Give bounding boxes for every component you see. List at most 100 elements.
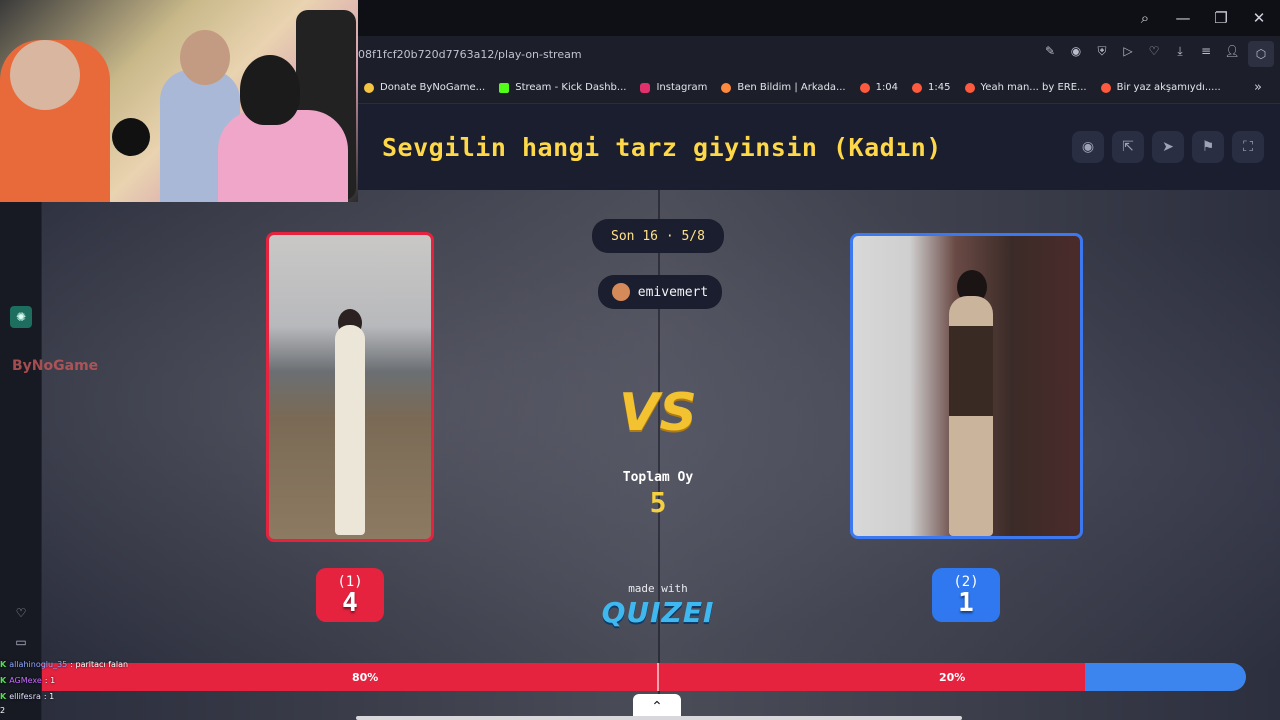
- vote-share-bar: 80% 20%: [42, 663, 1246, 691]
- profile-icon[interactable]: 👤︎: [1222, 41, 1242, 61]
- bookmark-favicon: [721, 82, 732, 93]
- bookmark-favicon: [640, 82, 651, 93]
- send-icon[interactable]: ➤: [1152, 131, 1184, 163]
- screen: ⌕ — ❐ ✕ 08f1fcf20b720d7763a12/play-on-st…: [0, 0, 1280, 720]
- bookmark-label: 1:04: [875, 82, 899, 93]
- username: emivemert: [637, 284, 709, 300]
- webcam-overlay: [0, 0, 358, 202]
- horizontal-scrollbar[interactable]: [356, 716, 962, 720]
- quizei-logo: QUIZEI: [601, 596, 715, 629]
- vote-share-right: [1085, 663, 1246, 691]
- streamer-2-face: [180, 30, 230, 85]
- bookmark-favicon: [364, 82, 374, 93]
- bookmark-label: Ben Bildim | Arkada...: [737, 82, 846, 93]
- kick-icon: K: [0, 660, 7, 669]
- fullscreen-icon[interactable]: ⛶: [1232, 131, 1264, 163]
- made-with-label: made with: [628, 582, 688, 595]
- chat-overlay: K allahinoglu_35 : parltacı falan K AGMe…: [0, 657, 200, 705]
- bookmark-label: 1:45: [928, 82, 951, 93]
- microphone: [112, 118, 150, 156]
- chat-text: : 1: [44, 676, 56, 685]
- bookmark-favicon: [912, 82, 923, 93]
- bookmark-favicon: [499, 82, 510, 93]
- shield-icon[interactable]: ⛨: [1092, 41, 1112, 61]
- download-icon[interactable]: ⤓: [1170, 41, 1190, 61]
- eye-icon[interactable]: ◉: [1072, 131, 1104, 163]
- total-votes-value: 5: [649, 486, 667, 519]
- chat-user: allahinoglu_35: [9, 660, 68, 669]
- round-indicator: Son 16 · 5/8: [592, 219, 724, 253]
- minimize-icon[interactable]: —: [1168, 3, 1198, 33]
- user-badge: emivemert: [598, 275, 722, 309]
- streamer-3: [218, 110, 348, 202]
- avatar: [611, 283, 630, 301]
- bookmark-item[interactable]: Bir yaz akşamıydı.....: [1100, 82, 1221, 93]
- corner-counter: 2: [0, 706, 6, 715]
- vote-button-2[interactable]: (2) 1: [932, 568, 1000, 622]
- kick-icon: K: [0, 676, 7, 685]
- flag-icon[interactable]: ⚑: [1192, 131, 1224, 163]
- bookmark-label: Instagram: [656, 82, 708, 93]
- bookmark-item[interactable]: Donate ByNoGame...: [364, 82, 485, 93]
- bookmark-item[interactable]: 1:04: [859, 82, 899, 93]
- model-1-dress: [335, 325, 365, 535]
- vote-button-1[interactable]: (1) 4: [316, 568, 384, 622]
- favorites-icon[interactable]: ♡: [10, 602, 32, 624]
- bookmark-item[interactable]: Ben Bildim | Arkada...: [721, 82, 846, 93]
- bookmark-item[interactable]: Stream - Kick Dashb...: [499, 82, 626, 93]
- vote-bar-center-mark: [657, 663, 659, 691]
- heart-icon[interactable]: ♡: [1144, 41, 1164, 61]
- bookmark-label: Yeah man... by ERE...: [980, 82, 1087, 93]
- chat-user: AGMexe: [9, 676, 42, 685]
- kick-icon: K: [0, 692, 7, 701]
- camera-icon[interactable]: ◉: [1066, 41, 1086, 61]
- bookmark-favicon: [964, 82, 975, 93]
- bookmark-label: Bir yaz akşamıydı.....: [1116, 82, 1221, 93]
- bookmark-label: Donate ByNoGame...: [380, 82, 486, 93]
- percent-left: 80%: [352, 671, 379, 684]
- quiz-title: Sevgilin hangi tarz giyinsin (Kadın): [382, 132, 942, 162]
- model-2-top: [949, 326, 993, 416]
- bookmark-favicon: [1100, 82, 1111, 93]
- streamer-1-face: [10, 40, 80, 110]
- bookmark-item[interactable]: 1:45: [912, 82, 951, 93]
- window-titlebar: ⌕ — ❐ ✕: [358, 0, 1280, 36]
- quiz-stage: Son 16 · 5/8 emivemert VS Toplam Oy 5 (1…: [42, 190, 1280, 720]
- chat-message: K ellifesra : 1: [0, 689, 200, 705]
- restore-icon[interactable]: ❐: [1206, 3, 1236, 33]
- quiz-header: Sevgilin hangi tarz giyinsin (Kadın) ◉ ⇱…: [358, 104, 1280, 190]
- percent-right: 20%: [939, 671, 966, 684]
- header-actions: ◉ ⇱ ➤ ⚑ ⛶: [1072, 131, 1264, 163]
- vote-count: 1: [958, 588, 974, 618]
- screen-icon[interactable]: ▭: [10, 631, 32, 653]
- chat-message: K AGMexe : 1: [0, 673, 200, 689]
- url-field[interactable]: 08f1fcf20b720d7763a12/play-on-stream: [358, 48, 1040, 61]
- bookmarks-overflow-icon[interactable]: »: [1254, 80, 1262, 95]
- vs-lightning-icon: VS: [619, 383, 697, 443]
- option-1-image[interactable]: [266, 232, 434, 542]
- browser-sidebar: ✺ ♡ ▭: [0, 202, 42, 720]
- bookmarks-bar: Donate ByNoGame... Stream - Kick Dashb..…: [358, 72, 1280, 104]
- play-icon[interactable]: ▷: [1118, 41, 1138, 61]
- search-icon[interactable]: ⌕: [1130, 3, 1160, 33]
- address-bar-icons: ✎ ◉ ⛨ ▷ ♡ ⤓ ≡ 👤︎ ⬡: [1040, 41, 1280, 67]
- bynogame-watermark: ByNoGame: [12, 358, 99, 374]
- bookmark-item[interactable]: Instagram: [640, 82, 707, 93]
- chat-text: : parltacı falan: [70, 660, 129, 669]
- bookmark-favicon: [859, 82, 870, 93]
- edit-icon[interactable]: ✎: [1040, 41, 1060, 61]
- bookmark-label: Stream - Kick Dashb...: [515, 82, 627, 93]
- extension-icon[interactable]: ⬡: [1248, 41, 1274, 67]
- bookmark-item[interactable]: Yeah man... by ERE...: [964, 82, 1087, 93]
- address-bar: 08f1fcf20b720d7763a12/play-on-stream ✎ ◉…: [358, 36, 1280, 72]
- share-icon[interactable]: ⇱: [1112, 131, 1144, 163]
- close-icon[interactable]: ✕: [1244, 3, 1274, 33]
- option-2-image[interactable]: [850, 233, 1083, 539]
- menu-icon[interactable]: ≡: [1196, 41, 1216, 61]
- chat-message: K allahinoglu_35 : parltacı falan: [0, 657, 200, 673]
- streamer-3-head: [240, 55, 300, 125]
- total-votes-label: Toplam Oy: [622, 470, 694, 485]
- chatgpt-icon[interactable]: ✺: [10, 306, 32, 328]
- chat-text: : 1: [43, 692, 55, 701]
- chat-user: ellifesra: [9, 692, 41, 701]
